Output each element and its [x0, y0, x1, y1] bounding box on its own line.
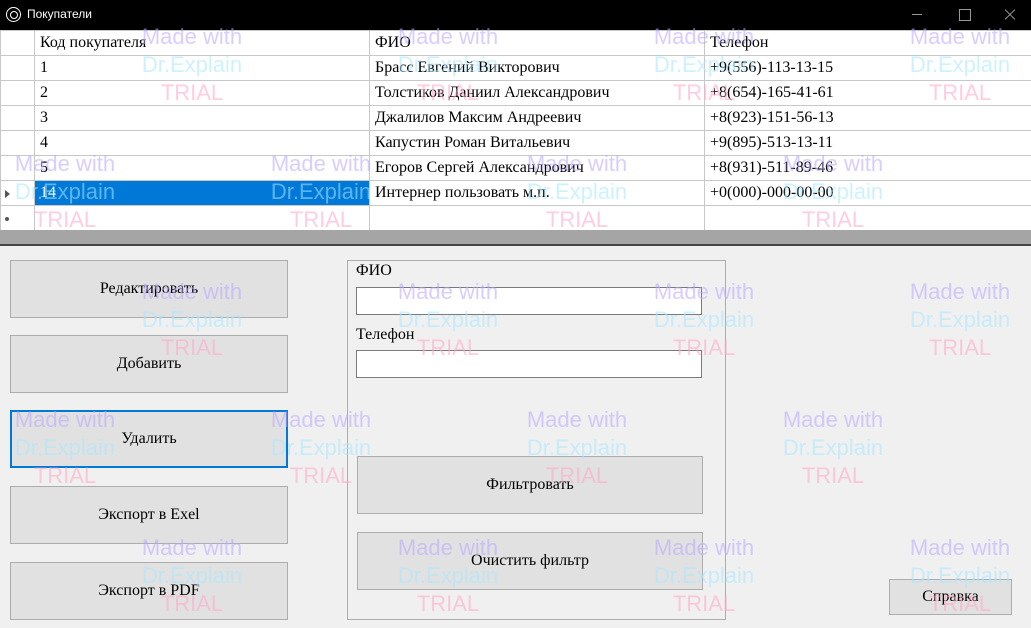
watermark: Made with Dr.Explain TRIAL — [909, 279, 1011, 360]
export-pdf-button[interactable]: Экспорт в PDF — [10, 562, 288, 620]
cell-code[interactable] — [34, 205, 370, 231]
cell-name[interactable]: Толстиков Даниил Александрович — [369, 80, 705, 106]
cell-code[interactable]: 2 — [34, 80, 370, 106]
cell-phone[interactable]: +0(000)-000-00-00 — [704, 180, 1031, 206]
table-row[interactable]: 2 Толстиков Даниил Александрович +8(654)… — [0, 80, 1031, 106]
filter-button[interactable]: Фильтровать — [357, 456, 703, 514]
window-title: Покупатели — [27, 7, 92, 21]
cell-name[interactable] — [369, 205, 705, 231]
cell-name[interactable]: Капустин Роман Витальевич — [369, 130, 705, 156]
phone-filter-input[interactable] — [356, 350, 702, 378]
cell-code[interactable]: 3 — [34, 105, 370, 131]
cell-phone[interactable] — [704, 205, 1031, 231]
cell-name[interactable]: Брасс Евгений Викторович — [369, 55, 705, 81]
row-header[interactable] — [0, 80, 35, 106]
current-row-arrow-icon — [5, 190, 10, 198]
cell-phone[interactable]: +8(654)-165-41-61 — [704, 80, 1031, 106]
cell-code[interactable]: 14 — [34, 180, 370, 206]
delete-button[interactable]: Удалить — [10, 410, 288, 468]
close-button[interactable] — [987, 0, 1031, 30]
watermark: Made with Dr.Explain TRIAL — [782, 407, 884, 488]
row-header[interactable] — [0, 105, 35, 131]
customers-grid[interactable]: Код покупателя ФИО Телефон 1 Брасс Евген… — [0, 30, 1031, 231]
table-row[interactable]: 5 Егоров Сергей Александрович +8(931)-51… — [0, 155, 1031, 181]
header-corner[interactable] — [0, 30, 35, 56]
export-excel-button[interactable]: Экспорт в Exel — [10, 486, 288, 544]
table-row-selected[interactable]: 14 Интернер пользовать м.п. +0(000)-000-… — [0, 180, 1031, 206]
grid-empty-area — [0, 230, 1031, 246]
column-header-name[interactable]: ФИО — [369, 30, 705, 56]
name-filter-label: ФИО — [356, 262, 392, 279]
row-header[interactable] — [0, 205, 35, 231]
cell-name[interactable]: Егоров Сергей Александрович — [369, 155, 705, 181]
cell-phone[interactable]: +8(923)-151-56-13 — [704, 105, 1031, 131]
minimize-button[interactable] — [894, 0, 940, 30]
cell-phone[interactable]: +8(931)-511-89-46 — [704, 155, 1031, 181]
table-row[interactable]: 1 Брасс Евгений Викторович +9(556)-113-1… — [0, 55, 1031, 81]
name-filter-input[interactable] — [356, 287, 702, 315]
new-row-icon — [5, 217, 9, 221]
maximize-button[interactable] — [941, 0, 987, 30]
row-header[interactable] — [0, 155, 35, 181]
edit-button[interactable]: Редактировать — [10, 260, 288, 318]
cell-name[interactable]: Джалилов Максим Андреевич — [369, 105, 705, 131]
phone-filter-label: Телефон — [356, 326, 415, 343]
app-icon — [6, 7, 21, 22]
cell-code[interactable]: 4 — [34, 130, 370, 156]
cell-name[interactable]: Интернер пользовать м.п. — [369, 180, 705, 206]
help-button[interactable]: Справка — [889, 579, 1012, 615]
column-header-code[interactable]: Код покупателя — [34, 30, 370, 56]
table-row[interactable]: 4 Капустин Роман Витальевич +9(895)-513-… — [0, 130, 1031, 156]
grid-header-row: Код покупателя ФИО Телефон — [0, 30, 1031, 56]
cell-phone[interactable]: +9(895)-513-13-11 — [704, 130, 1031, 156]
clear-filter-button[interactable]: Очистить фильтр — [357, 532, 703, 590]
row-header[interactable] — [0, 55, 35, 81]
table-row[interactable]: 3 Джалилов Максим Андреевич +8(923)-151-… — [0, 105, 1031, 131]
row-header[interactable] — [0, 130, 35, 156]
add-button[interactable]: Добавить — [10, 335, 288, 393]
title-bar: Покупатели — [0, 0, 1031, 30]
cell-code[interactable]: 5 — [34, 155, 370, 181]
column-header-phone[interactable]: Телефон — [704, 30, 1031, 56]
cell-phone[interactable]: +9(556)-113-13-15 — [704, 55, 1031, 81]
row-header[interactable] — [0, 180, 35, 206]
new-row[interactable] — [0, 205, 1031, 231]
cell-code[interactable]: 1 — [34, 55, 370, 81]
